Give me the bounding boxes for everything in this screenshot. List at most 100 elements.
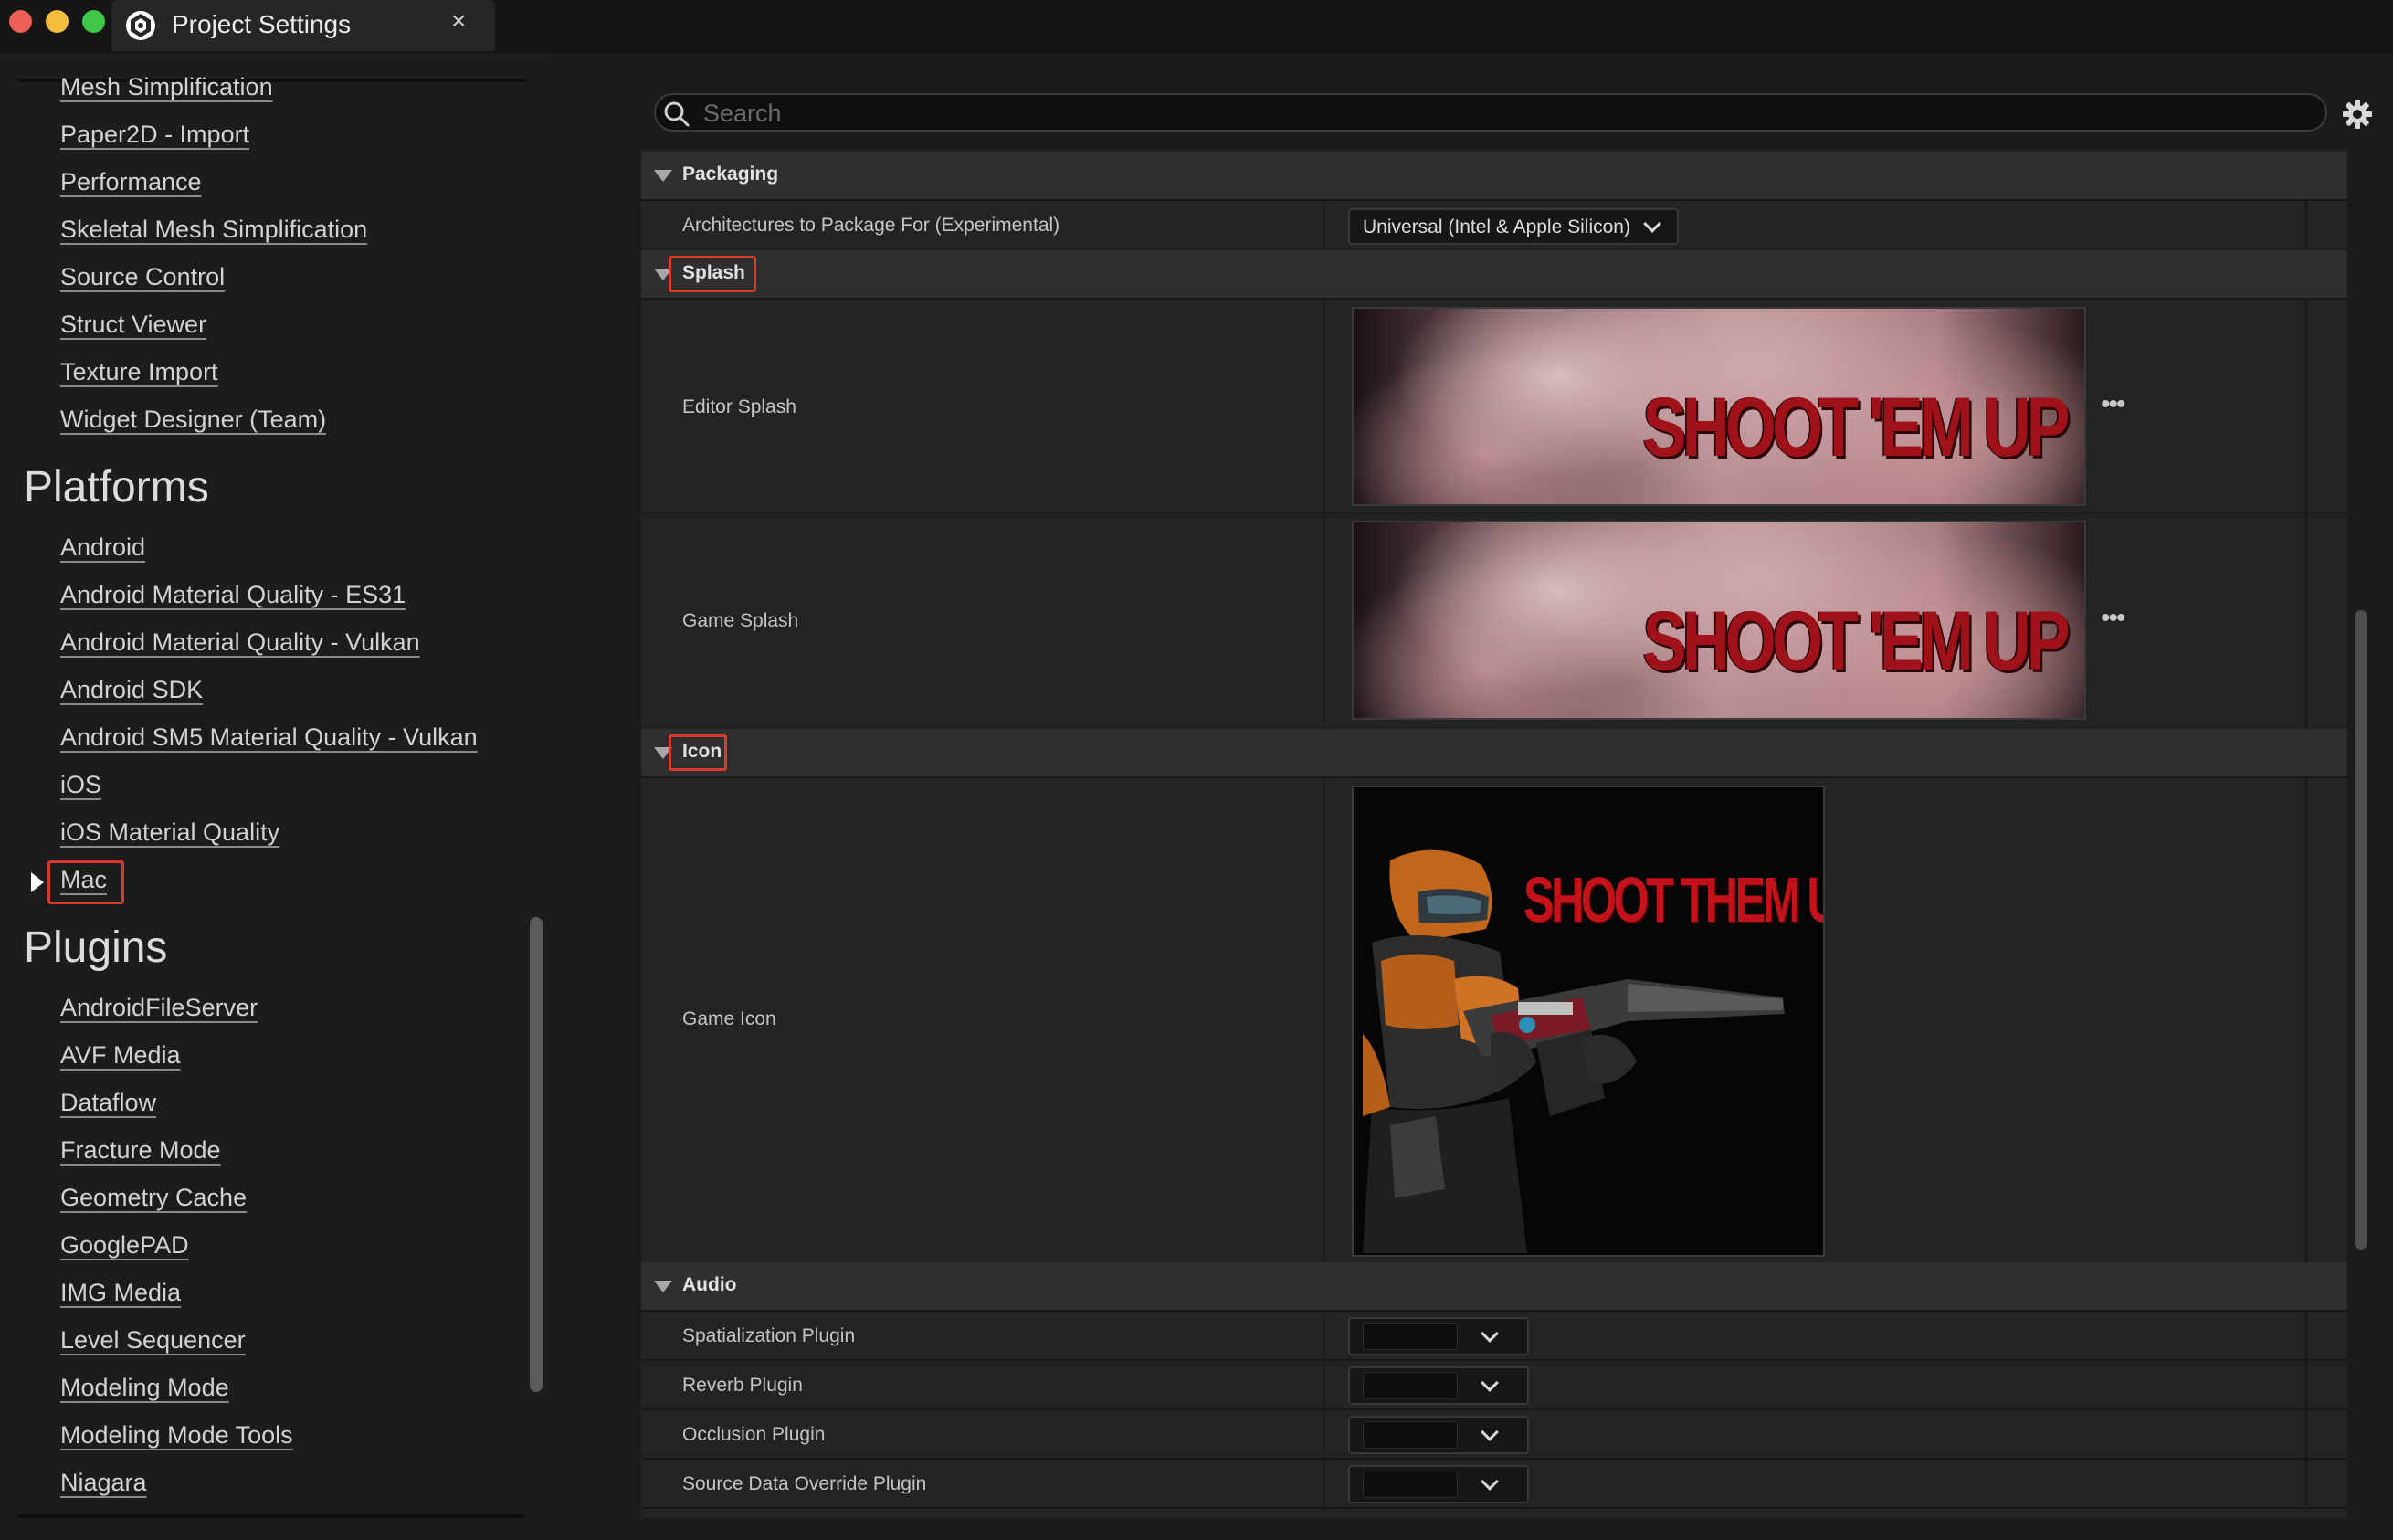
- close-icon[interactable]: ×: [451, 8, 466, 34]
- search-icon: [664, 101, 690, 127]
- sidebar-item-fracture-mode[interactable]: Fracture Mode: [60, 1136, 221, 1165]
- sidebar-item-googlepad[interactable]: GooglePAD: [60, 1231, 189, 1260]
- sidebar-item-ios[interactable]: iOS: [60, 771, 101, 799]
- column-divider: [1323, 201, 1324, 248]
- editor-splash-thumbnail[interactable]: SHOOT 'EM UP: [1352, 307, 2086, 506]
- dropdown-value: [1363, 1372, 1458, 1399]
- sidebar-item-android[interactable]: Android: [60, 533, 145, 562]
- chevron-down-icon: [1481, 1423, 1499, 1441]
- chevron-down-icon: [1643, 215, 1661, 233]
- occlusion-plugin-dropdown[interactable]: [1348, 1416, 1529, 1454]
- spatialization-plugin-dropdown[interactable]: [1348, 1317, 1529, 1355]
- row-reverb-plugin: Reverb Plugin: [641, 1359, 2347, 1408]
- sidebar-scrollbar[interactable]: [530, 917, 543, 1392]
- column-divider-right: [2305, 1361, 2307, 1408]
- collapse-arrow-icon[interactable]: [654, 170, 672, 182]
- column-divider: [1323, 1361, 1324, 1408]
- more-options-icon[interactable]: •••: [2101, 605, 2125, 632]
- sidebar-item-android-material-quality-vulkan[interactable]: Android Material Quality - Vulkan: [60, 628, 420, 657]
- game-icon-image: SHOOT THEM UP: [1354, 787, 1823, 1255]
- game-icon-thumbnail[interactable]: SHOOT THEM UP: [1352, 786, 1825, 1257]
- column-divider: [1323, 513, 1324, 727]
- category-label: Packaging: [682, 163, 779, 185]
- sidebar-item-skeletal-mesh-simplification[interactable]: Skeletal Mesh Simplification: [60, 216, 367, 244]
- sidebar-item-paper2d-import[interactable]: Paper2D - Import: [60, 121, 249, 149]
- dropdown-value: Universal (Intel & Apple Silicon): [1363, 216, 1630, 237]
- property-label: Architectures to Package For (Experiment…: [682, 215, 1060, 236]
- game-icon-text: SHOOT THEM UP: [1523, 864, 1823, 935]
- sidebar-item-img-media[interactable]: IMG Media: [60, 1279, 181, 1307]
- dropdown-value: [1363, 1421, 1458, 1449]
- sidebar-item-performance[interactable]: Performance: [60, 168, 202, 196]
- column-divider: [1323, 1460, 1324, 1507]
- source-data-override-plugin-dropdown[interactable]: [1348, 1465, 1529, 1503]
- row-architectures: Architectures to Package For (Experiment…: [641, 199, 2347, 248]
- column-divider: [1323, 1410, 1324, 1458]
- chevron-down-icon: [1481, 1374, 1499, 1392]
- splash-image: SHOOT 'EM UP: [1354, 522, 2084, 718]
- architectures-dropdown[interactable]: Universal (Intel & Apple Silicon): [1348, 208, 1679, 245]
- window-minimize-button[interactable]: [46, 10, 69, 33]
- sidebar-item-android-sm5-material-quality-vulkan[interactable]: Android SM5 Material Quality - Vulkan: [60, 723, 478, 752]
- column-divider: [1323, 300, 1324, 512]
- dropdown-value: [1363, 1471, 1458, 1498]
- column-divider: [1323, 1312, 1324, 1359]
- splash-highlight-box: [669, 256, 756, 292]
- sidebar-item-android-material-quality-es31[interactable]: Android Material Quality - ES31: [60, 581, 406, 609]
- sidebar-item-dataflow[interactable]: Dataflow: [60, 1089, 156, 1117]
- column-divider-right: [2305, 1460, 2307, 1507]
- settings-gear-icon[interactable]: [2342, 99, 2373, 130]
- sidebar-item-geometry-cache[interactable]: Geometry Cache: [60, 1184, 247, 1212]
- game-splash-thumbnail[interactable]: SHOOT 'EM UP: [1352, 521, 2086, 720]
- window-close-button[interactable]: [9, 10, 32, 33]
- row-spatialization-plugin: Spatialization Plugin: [641, 1310, 2347, 1359]
- column-divider-right: [2305, 513, 2307, 727]
- category-audio[interactable]: Audio: [641, 1262, 2347, 1310]
- sidebar-item-niagara[interactable]: Niagara: [60, 1469, 147, 1497]
- category-splash[interactable]: Splash: [641, 250, 2347, 298]
- property-label: Editor Splash: [682, 396, 796, 417]
- sidebar-item-mesh-simplification[interactable]: Mesh Simplification: [60, 73, 273, 101]
- sidebar-item-widget-designer-team[interactable]: Widget Designer (Team): [60, 406, 326, 434]
- window-zoom-button[interactable]: [82, 10, 105, 33]
- sidebar-item-androidfileserver[interactable]: AndroidFileServer: [60, 994, 258, 1022]
- sidebar-item-android-sdk[interactable]: Android SDK: [60, 676, 203, 704]
- category-packaging[interactable]: Packaging: [641, 152, 2347, 199]
- sidebar-item-avf-media[interactable]: AVF Media: [60, 1041, 181, 1070]
- details-scrollbar[interactable]: [2355, 610, 2367, 1250]
- property-label: Reverb Plugin: [682, 1375, 803, 1396]
- more-options-icon[interactable]: •••: [2101, 391, 2125, 418]
- category-icon[interactable]: Icon: [641, 729, 2347, 776]
- project-settings-tab[interactable]: Project Settings ×: [111, 0, 495, 51]
- tab-title: Project Settings: [172, 10, 352, 38]
- row-occlusion-plugin: Occlusion Plugin: [641, 1408, 2347, 1458]
- property-label: Occlusion Plugin: [682, 1424, 826, 1445]
- platforms-heading: Platforms: [24, 463, 209, 512]
- sidebar-item-level-sequencer[interactable]: Level Sequencer: [60, 1326, 246, 1355]
- column-divider-right: [2305, 201, 2307, 248]
- sidebar-item-ios-material-quality[interactable]: iOS Material Quality: [60, 818, 279, 847]
- chevron-down-icon: [1481, 1324, 1499, 1343]
- collapse-arrow-icon[interactable]: [654, 1281, 672, 1292]
- column-divider: [1323, 778, 1324, 1264]
- sidebar-item-source-control[interactable]: Source Control: [60, 263, 225, 291]
- splash-image: SHOOT 'EM UP: [1354, 309, 2084, 504]
- sidebar-item-mac[interactable]: Mac: [60, 866, 107, 894]
- chevron-down-icon: [1481, 1472, 1499, 1491]
- reverb-plugin-dropdown[interactable]: [1348, 1366, 1529, 1405]
- row-game-splash: Game Splash SHOOT 'EM UP •••: [641, 512, 2347, 727]
- column-divider-right: [2305, 1312, 2307, 1359]
- sidebar-item-struct-viewer[interactable]: Struct Viewer: [60, 311, 206, 339]
- search-box[interactable]: [654, 93, 2327, 132]
- sidebar-item-modeling-mode-tools[interactable]: Modeling Mode Tools: [60, 1421, 293, 1450]
- unreal-logo-icon: [126, 11, 155, 40]
- search-input[interactable]: [703, 99, 2311, 128]
- splash-image-text: SHOOT 'EM UP: [1642, 595, 2071, 688]
- property-label: Spatialization Plugin: [682, 1325, 856, 1346]
- expand-arrow-icon[interactable]: [31, 872, 44, 892]
- settings-sidebar: Mesh Simplification Paper2D - Import Per…: [0, 53, 548, 1540]
- property-label: Source Data Override Plugin: [682, 1473, 927, 1494]
- sidebar-item-texture-import[interactable]: Texture Import: [60, 358, 218, 386]
- sidebar-item-modeling-mode[interactable]: Modeling Mode: [60, 1374, 229, 1402]
- splash-image-text: SHOOT 'EM UP: [1642, 381, 2071, 474]
